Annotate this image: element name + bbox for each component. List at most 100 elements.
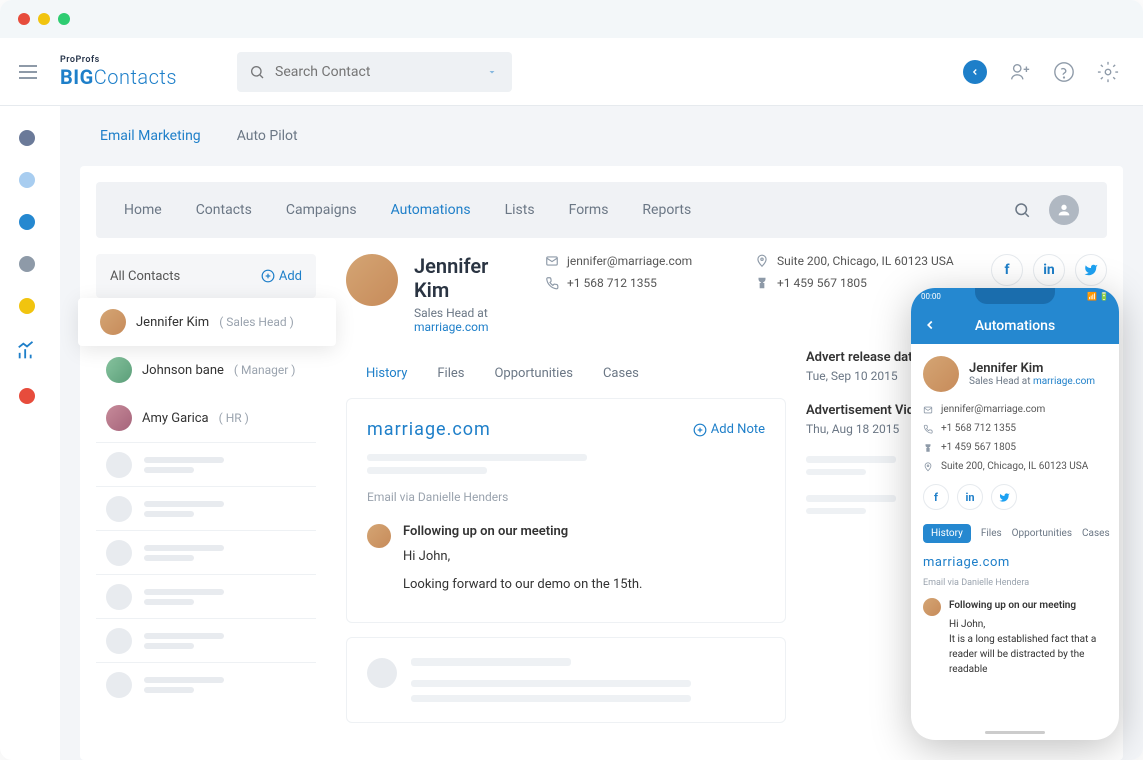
back-button[interactable]	[963, 60, 987, 84]
nav-dot-6[interactable]	[19, 388, 35, 404]
email-via: Email via Danielle Henders	[367, 490, 765, 504]
tab-opportunities[interactable]: Opportunities	[494, 366, 572, 382]
settings-icon[interactable]	[1097, 61, 1119, 83]
twitter-button[interactable]	[1075, 254, 1107, 286]
add-note-button[interactable]: Add Note	[693, 422, 765, 437]
content-placeholder	[367, 454, 765, 474]
phone-mockup: 00:00 📶 🔋 Automations Jennifer Kim Sales…	[911, 288, 1119, 740]
add-user-icon[interactable]	[1009, 61, 1031, 83]
nav-home[interactable]: Home	[124, 202, 162, 218]
phone-tab-history[interactable]: History	[923, 524, 971, 543]
contact-avatar	[100, 309, 126, 335]
phone-icon	[923, 424, 933, 434]
dropdown-icon[interactable]	[486, 66, 498, 78]
tab-auto-pilot[interactable]: Auto Pilot	[237, 128, 298, 144]
phone-email-via: Email via Danielle Hendera	[923, 578, 1107, 588]
phone-tabs: History Files Opportunities Cases	[923, 524, 1107, 543]
section-search-icon[interactable]	[1013, 201, 1031, 219]
history-card: marriage.com Add Note Email via Danielle…	[346, 398, 786, 623]
tab-files[interactable]: Files	[437, 366, 464, 382]
profile-avatar	[346, 254, 398, 306]
tab-history[interactable]: History	[366, 366, 407, 382]
profile-name: Jennifer Kim	[414, 254, 489, 302]
nav-reports[interactable]: Reports	[642, 202, 691, 218]
contact-placeholder	[96, 442, 316, 486]
contact-item[interactable]: Amy Garica ( HR )	[96, 394, 316, 442]
phone-header: 00:00 📶 🔋 Automations	[911, 288, 1119, 344]
phone-facebook-button[interactable]: f	[923, 484, 949, 510]
social-links: f in	[991, 254, 1107, 286]
message-avatar	[367, 524, 391, 548]
company-logo: marriage.com	[367, 419, 491, 440]
minimize-window-dot[interactable]	[38, 13, 50, 25]
profile-phone1: +1 568 712 1355	[545, 276, 725, 290]
logo: ProProfs BIGContacts	[60, 55, 177, 89]
phone-home-bar	[985, 731, 1045, 734]
nav-dot-5[interactable]	[19, 298, 35, 314]
all-contacts-header: All Contacts Add	[96, 254, 316, 298]
contact-placeholder	[96, 574, 316, 618]
phone-linkedin-button[interactable]: in	[957, 484, 983, 510]
telephone-icon	[923, 443, 933, 453]
nav-campaigns[interactable]: Campaigns	[286, 202, 357, 218]
logo-main: BIGContacts	[60, 65, 177, 89]
location-icon	[923, 462, 933, 472]
nav-forms[interactable]: Forms	[569, 202, 609, 218]
close-window-dot[interactable]	[18, 13, 30, 25]
message-line: Looking forward to our demo on the 15th.	[403, 575, 642, 595]
nav-dot-4[interactable]	[19, 256, 35, 272]
nav-contacts[interactable]: Contacts	[196, 202, 252, 218]
contact-name: Johnson bane	[142, 363, 224, 378]
phone-tab-opportunities[interactable]: Opportunities	[1012, 528, 1072, 539]
phone-tab-files[interactable]: Files	[981, 528, 1002, 539]
logo-subtitle: ProProfs	[60, 55, 177, 65]
search-input[interactable]	[275, 64, 500, 80]
search-icon	[249, 64, 265, 80]
contact-placeholder	[96, 662, 316, 706]
plus-circle-icon	[261, 269, 275, 283]
nav-lists[interactable]: Lists	[505, 202, 535, 218]
hamburger-menu-button[interactable]	[8, 52, 48, 92]
history-card-placeholder	[346, 637, 786, 723]
section-nav: Home Contacts Campaigns Automations List…	[96, 182, 1107, 238]
linkedin-button[interactable]: in	[1033, 254, 1065, 286]
phone-phone2: +1 459 567 1805	[923, 442, 1107, 453]
plus-circle-icon	[693, 423, 707, 437]
phone-profile: Jennifer Kim Sales Head at marriage.com	[923, 356, 1107, 392]
phone-company-logo: marriage.com	[923, 555, 1107, 570]
help-icon[interactable]	[1053, 61, 1075, 83]
phone-tab-cases[interactable]: Cases	[1082, 528, 1110, 539]
location-icon	[755, 254, 769, 268]
profile-role: Sales Head at marriage.com	[414, 306, 489, 334]
nav-automations[interactable]: Automations	[391, 202, 471, 218]
profile-address: Suite 200, Chicago, IL 60123 USA	[755, 254, 955, 268]
phone-title: Automations	[911, 318, 1119, 334]
phone-message-line: It is a long established fact that a rea…	[949, 632, 1107, 677]
nav-dot-3[interactable]	[19, 214, 35, 230]
tab-email-marketing[interactable]: Email Marketing	[100, 128, 201, 144]
phone-twitter-button[interactable]	[991, 484, 1017, 510]
nav-dot-2[interactable]	[19, 172, 35, 188]
phone-icon	[545, 276, 559, 290]
contact-avatar	[106, 405, 132, 431]
nav-dot-1[interactable]	[19, 130, 35, 146]
sub-tabs: Email Marketing Auto Pilot	[60, 106, 1143, 166]
contact-name: Jennifer Kim	[136, 315, 209, 330]
phone-time: 00:00	[921, 292, 941, 301]
topbar: ProProfs BIGContacts	[0, 38, 1143, 106]
contact-item-selected[interactable]: Jennifer Kim ( Sales Head )	[78, 298, 336, 346]
message: Following up on our meeting Hi John, Loo…	[367, 524, 765, 602]
search-box[interactable]	[237, 52, 512, 92]
contacts-sidebar: All Contacts Add Jennifer Kim ( Sales He…	[96, 254, 316, 723]
phone-profile-name: Jennifer Kim	[969, 361, 1095, 376]
maximize-window-dot[interactable]	[58, 13, 70, 25]
mail-icon	[545, 254, 559, 268]
contact-item[interactable]: Johnson bane ( Manager )	[96, 346, 316, 394]
topbar-actions	[963, 60, 1119, 84]
facebook-button[interactable]: f	[991, 254, 1023, 286]
analytics-icon[interactable]	[16, 340, 38, 362]
phone-body: Jennifer Kim Sales Head at marriage.com …	[911, 344, 1119, 689]
add-contact-button[interactable]: Add	[261, 269, 302, 284]
tab-cases[interactable]: Cases	[603, 366, 639, 382]
user-avatar[interactable]	[1049, 195, 1079, 225]
